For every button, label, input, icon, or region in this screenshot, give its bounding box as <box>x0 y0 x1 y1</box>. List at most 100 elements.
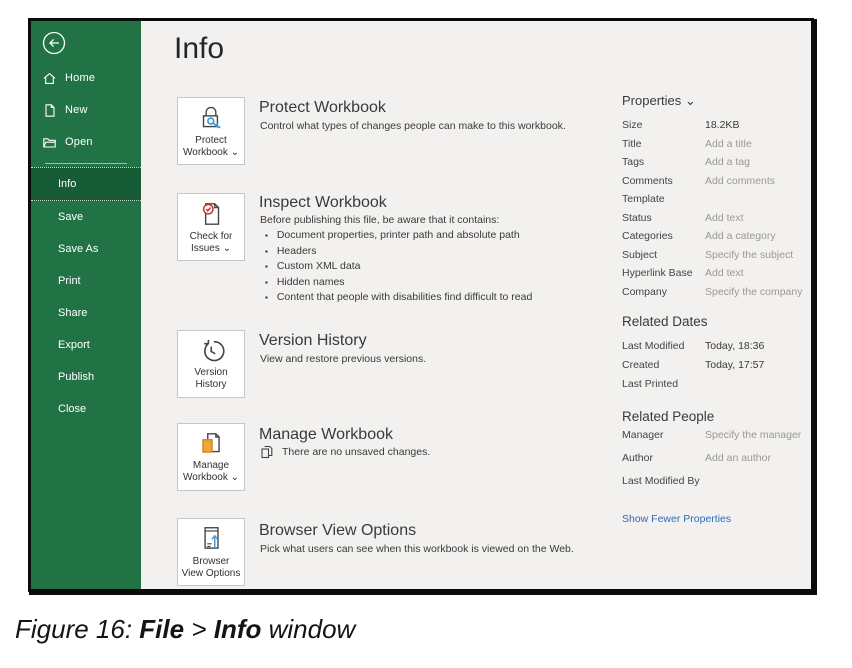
property-value-placeholder[interactable]: Specify the manager <box>705 429 801 441</box>
sidebar-item-export[interactable]: Export <box>31 329 141 361</box>
sidebar-item-label: Share <box>58 307 87 319</box>
property-row: Last Printed <box>622 375 815 394</box>
sidebar-item-info-selected[interactable]: Info <box>31 167 141 201</box>
property-value-placeholder[interactable]: Add an author <box>705 452 771 464</box>
new-document-icon <box>42 103 57 118</box>
excel-backstage-window: Home New Open Info <box>28 18 814 592</box>
property-row: Tags Add a tag <box>622 153 815 172</box>
property-row: Subject Specify the subject <box>622 246 815 265</box>
property-row: Status Add text <box>622 209 815 228</box>
inspect-bullet: ▪ Hidden names <box>265 276 345 289</box>
property-row: Hyperlink Base Add text <box>622 264 815 283</box>
browser-view-icon <box>196 524 226 554</box>
version-history-icon <box>197 337 225 365</box>
section-description: Control what types of changes people can… <box>260 120 566 132</box>
sidebar-item-open[interactable]: Open <box>31 126 141 158</box>
caption-separator: > <box>184 614 214 644</box>
properties-panel: Properties ⌄ Size 18.2KB Title Add a tit… <box>620 21 817 595</box>
sidebar-item-new[interactable]: New <box>31 94 141 126</box>
property-value-placeholder[interactable]: Add text <box>705 212 744 224</box>
caption-bold-file: File <box>139 614 184 644</box>
property-value-placeholder[interactable]: Add a tag <box>705 156 750 168</box>
property-row: Size 18.2KB <box>622 116 815 135</box>
sidebar-item-label: Open <box>65 136 93 148</box>
inspect-document-icon <box>196 199 226 229</box>
sidebar-item-label: Save <box>58 211 83 223</box>
property-value: Today, 18:36 <box>705 340 764 352</box>
sidebar-item-save-as[interactable]: Save As <box>31 233 141 265</box>
button-label: Protect Workbook ⌄ <box>178 135 244 159</box>
protect-workbook-button[interactable]: Protect Workbook ⌄ <box>177 97 245 165</box>
show-fewer-properties-link[interactable]: Show Fewer Properties <box>622 513 731 525</box>
sidebar-item-label: Close <box>58 403 86 415</box>
section-description: Pick what users can see when this workbo… <box>260 543 574 555</box>
property-label: Categories <box>622 230 705 242</box>
property-value-placeholder[interactable]: Specify the company <box>705 286 802 298</box>
property-row: Manager Specify the manager <box>622 426 815 445</box>
property-value-placeholder[interactable]: Add text <box>705 267 744 279</box>
property-label: Company <box>622 286 705 298</box>
property-label: Size <box>622 119 705 131</box>
sidebar-item-label: Export <box>58 339 90 351</box>
manage-workbook-icon <box>197 430 225 458</box>
sidebar-item-label: Print <box>58 275 81 287</box>
property-value-placeholder[interactable]: Add comments <box>705 175 775 187</box>
sidebar-item-label: Home <box>65 72 95 84</box>
inspect-bullet: ▪ Document properties, printer path and … <box>265 229 520 242</box>
section-description: View and restore previous versions. <box>260 353 426 365</box>
unsaved-changes-icon <box>260 445 274 459</box>
sidebar-item-label: Save As <box>58 243 98 255</box>
sidebar-item-publish[interactable]: Publish <box>31 361 141 393</box>
unsaved-changes-row: There are no unsaved changes. <box>260 445 430 459</box>
property-label: Template <box>622 193 705 205</box>
manage-workbook-button[interactable]: Manage Workbook ⌄ <box>177 423 245 491</box>
button-label: Browser View Options <box>178 556 244 580</box>
open-folder-icon <box>42 135 57 150</box>
property-label: Status <box>622 212 705 224</box>
bullet-text: Custom XML data <box>277 260 361 273</box>
property-value: Today, 17:57 <box>705 359 764 371</box>
sidebar-item-close[interactable]: Close <box>31 393 141 425</box>
property-value-placeholder[interactable]: Add a category <box>705 230 776 242</box>
property-label: Title <box>622 138 705 150</box>
sidebar-item-print[interactable]: Print <box>31 265 141 297</box>
property-row: Created Today, 17:57 <box>622 356 815 375</box>
property-label: Subject <box>622 249 705 261</box>
browser-view-options-button[interactable]: Browser View Options <box>177 518 245 586</box>
related-people-header: Related People <box>622 409 714 424</box>
section-heading-protect: Protect Workbook <box>259 99 386 117</box>
version-history-button[interactable]: Version History <box>177 330 245 398</box>
property-label: Tags <box>622 156 705 168</box>
button-label: Version History <box>178 367 244 391</box>
bullet-text: Content that people with disabilities fi… <box>277 291 532 304</box>
home-icon <box>42 71 57 86</box>
bullet-marker: ▪ <box>265 291 268 304</box>
sidebar-item-home[interactable]: Home <box>31 62 141 94</box>
property-row: Title Add a title <box>622 135 815 154</box>
property-row: Last Modified Today, 18:36 <box>622 337 815 356</box>
property-value-placeholder[interactable]: Specify the subject <box>705 249 793 261</box>
property-label: Author <box>622 452 705 464</box>
page-title: Info <box>174 32 224 66</box>
sidebar-separator <box>45 163 127 164</box>
inspect-bullet: ▪ Content that people with disabilities … <box>265 291 532 304</box>
sidebar-item-save[interactable]: Save <box>31 201 141 233</box>
back-arrow-icon <box>41 30 67 56</box>
property-label: Last Printed <box>622 378 705 390</box>
backstage-main: Info Protect Workbook ⌄ Protect Workbook… <box>141 21 811 589</box>
backstage-sidebar: Home New Open Info <box>31 21 141 589</box>
property-value-placeholder[interactable]: Add a title <box>705 138 752 150</box>
sidebar-item-share[interactable]: Share <box>31 297 141 329</box>
inspect-bullet: ▪ Custom XML data <box>265 260 361 273</box>
bullet-text: Headers <box>277 245 317 258</box>
sidebar-item-label: New <box>65 104 88 116</box>
property-row: Last Modified By <box>622 472 815 491</box>
bullet-marker: ▪ <box>265 260 268 273</box>
property-label: Hyperlink Base <box>622 267 705 279</box>
property-label: Comments <box>622 175 705 187</box>
back-row <box>31 21 141 62</box>
property-label: Manager <box>622 429 705 441</box>
back-button[interactable] <box>41 30 67 56</box>
check-for-issues-button[interactable]: Check for Issues ⌄ <box>177 193 245 261</box>
properties-dropdown[interactable]: Properties ⌄ <box>622 93 696 109</box>
